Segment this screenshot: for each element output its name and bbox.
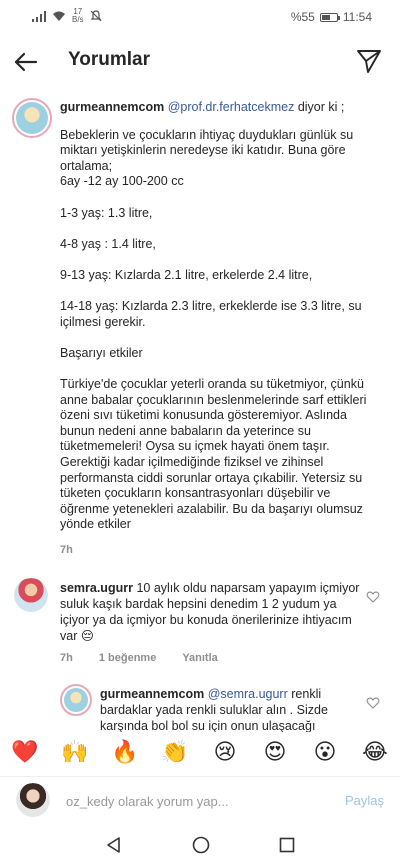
arrow-left-icon[interactable] [12, 48, 40, 76]
avatar-image [16, 102, 48, 134]
comment-username[interactable]: semra.ugurr [60, 581, 133, 595]
status-bar: 17 B/s %55 11:54 [0, 0, 400, 34]
network-speed: 17 B/s [72, 8, 84, 24]
heart-outline-icon[interactable] [366, 590, 380, 604]
comments-list[interactable]: gurmeannemcom @prof.dr.ferhatcekmez diyo… [0, 92, 400, 732]
heart-outline-icon[interactable] [366, 696, 380, 710]
reply-item: gurmeannemcom @semra.ugurr renkli bardak… [100, 686, 358, 732]
comment-input[interactable] [66, 791, 316, 811]
reply-mention[interactable]: @semra.ugurr [208, 687, 288, 701]
clock: 11:54 [342, 10, 372, 24]
caption-says: diyor ki ; [297, 100, 345, 114]
comment-item: semra.ugurr 10 aylık oldu naparsam yapay… [60, 580, 360, 666]
emoji-button[interactable]: 😂 [360, 739, 390, 765]
comment-composer: Paylaş [0, 776, 400, 824]
emoji-button[interactable]: 🙌 [60, 739, 90, 765]
page-title: Yorumlar [68, 49, 151, 70]
header: Yorumlar [0, 34, 400, 88]
emoji-bar: ❤️ 🙌 🔥 👏 😢 😍 😮 😂 [0, 732, 400, 772]
reply-author-avatar[interactable] [60, 684, 92, 716]
system-nav-bar [0, 824, 400, 866]
emoji-button[interactable]: 🔥 [110, 739, 140, 765]
comment-likes[interactable]: 1 beğenme [99, 650, 156, 666]
caption-meta: 7h [60, 543, 376, 559]
avatar-image [16, 783, 50, 817]
reply-button[interactable]: Yanıtla [182, 650, 217, 666]
caption: gurmeannemcom @prof.dr.ferhatcekmez diyo… [60, 100, 376, 559]
mute-bell-icon [90, 10, 102, 22]
emoji-button[interactable]: 😍 [260, 739, 290, 765]
current-user-avatar [16, 783, 50, 817]
emoji-button[interactable]: ❤️ [10, 739, 40, 765]
comment-meta: 7h 1 beğenme Yanıtla [60, 650, 360, 666]
status-left: 17 B/s [32, 8, 102, 24]
reply-username[interactable]: gurmeannemcom [100, 687, 204, 701]
emoji-button[interactable]: 😢 [210, 739, 240, 765]
comment-author-avatar[interactable] [14, 578, 48, 612]
emoji-button[interactable]: 👏 [160, 739, 190, 765]
battery-level [321, 14, 330, 20]
wifi-icon [53, 11, 65, 21]
signal-icon [32, 10, 46, 22]
network-speed-unit: B/s [72, 15, 84, 24]
triangle-back-icon[interactable] [105, 836, 123, 854]
caption-body: Bebeklerin ve çocukların ihtiyaç duydukl… [60, 127, 367, 532]
avatar-image [14, 578, 48, 612]
caption-username[interactable]: gurmeannemcom [60, 100, 164, 114]
circle-home-icon[interactable] [192, 836, 210, 854]
caption-time: 7h [60, 544, 73, 557]
caption-mention[interactable]: @prof.dr.ferhatcekmez [168, 100, 295, 114]
emoji-button[interactable]: 😮 [310, 739, 340, 765]
status-right: %55 11:54 [291, 10, 372, 24]
avatar-image [64, 688, 88, 712]
battery-percent: %55 [290, 10, 315, 24]
post-button[interactable]: Paylaş [345, 793, 384, 808]
caption-author-avatar[interactable] [12, 98, 52, 138]
square-recent-icon[interactable] [279, 837, 295, 853]
battery-icon [319, 12, 340, 22]
comment-time: 7h [60, 652, 73, 664]
paper-plane-icon[interactable] [356, 48, 382, 74]
